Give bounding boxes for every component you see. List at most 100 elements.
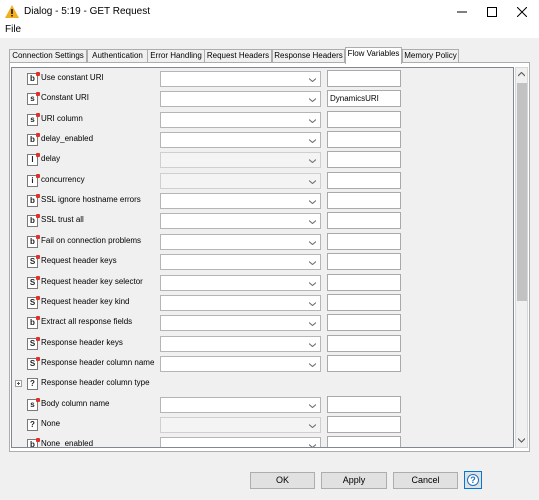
- variable-name-field[interactable]: [327, 253, 401, 271]
- minimize-button[interactable]: [447, 0, 477, 24]
- variable-type-icon: ?: [27, 378, 38, 391]
- chevron-down-icon: [309, 261, 316, 266]
- chevron-down-icon: [309, 281, 316, 286]
- variable-type-icon: b: [27, 438, 40, 448]
- variable-name-field[interactable]: [327, 415, 401, 433]
- scroll-down-button[interactable]: [516, 434, 527, 447]
- variable-select[interactable]: [160, 254, 321, 271]
- tab-flow-variables[interactable]: Flow Variables: [345, 47, 402, 64]
- variable-select[interactable]: [160, 274, 321, 291]
- expand-icon[interactable]: [15, 380, 22, 388]
- help-icon: ?: [467, 474, 479, 486]
- help-button[interactable]: ?: [464, 471, 482, 489]
- variable-name-field[interactable]: [327, 151, 401, 169]
- type-letter: b: [30, 440, 35, 448]
- variable-select[interactable]: [160, 315, 321, 332]
- ok-button[interactable]: OK: [250, 472, 315, 489]
- variable-select[interactable]: [160, 91, 321, 108]
- variable-label: Use constant URI: [41, 73, 104, 82]
- tab-request-headers[interactable]: Request Headers: [204, 49, 272, 63]
- chevron-down-icon: [309, 424, 316, 428]
- apply-button[interactable]: Apply: [321, 472, 387, 489]
- close-button[interactable]: [507, 0, 537, 24]
- variable-label: URI column: [41, 113, 83, 123]
- type-letter: S: [29, 297, 36, 307]
- type-marker: [36, 295, 40, 300]
- variable-type-icon: b: [27, 133, 40, 147]
- variable-row: b Fail on connection problems: [12, 232, 513, 252]
- variable-select[interactable]: [160, 71, 321, 87]
- variables-list: b Use constant URI s Constant URI DynamicsUR…: [11, 67, 514, 448]
- variable-name-field[interactable]: [327, 273, 401, 291]
- variable-row: l delay: [12, 150, 513, 170]
- variable-select[interactable]: [160, 294, 321, 311]
- variable-select[interactable]: [160, 193, 321, 210]
- variable-row: ? None: [12, 415, 513, 435]
- tab-memory-policy[interactable]: Memory Policy: [402, 49, 459, 63]
- vertical-scrollbar[interactable]: [515, 67, 528, 448]
- variable-select[interactable]: [160, 355, 321, 372]
- variable-select: [160, 172, 321, 189]
- variable-row: s Constant URI DynamicsURI: [12, 89, 513, 109]
- variable-select[interactable]: [160, 396, 321, 413]
- variable-name-field[interactable]: [327, 131, 401, 149]
- maximize-icon: [487, 7, 497, 17]
- variable-row: i concurrency: [12, 171, 513, 191]
- tab-response-headers[interactable]: Response Headers: [272, 49, 345, 63]
- variable-name-field[interactable]: [327, 70, 401, 87]
- variable-type-icon: b: [27, 214, 40, 228]
- variable-name-field[interactable]: [327, 212, 401, 230]
- variable-label: Response header column type: [41, 378, 150, 388]
- variable-row: s URI column: [12, 110, 513, 130]
- variable-type-icon: s: [27, 112, 40, 126]
- variable-name-field[interactable]: [327, 436, 401, 447]
- variable-label: Request header key selector: [41, 276, 143, 286]
- maximize-button[interactable]: [477, 0, 507, 24]
- variable-row: s Body column name: [12, 395, 513, 415]
- tab-connection-settings[interactable]: Connection Settings: [9, 49, 87, 63]
- menu-file[interactable]: File: [5, 24, 21, 35]
- variable-select[interactable]: [160, 233, 321, 250]
- type-letter: S: [29, 358, 36, 368]
- variable-name-field[interactable]: [327, 171, 401, 189]
- type-letter: S: [29, 338, 36, 348]
- variable-row: b SSL ignore hostname errors: [12, 191, 513, 211]
- variable-label: SSL trust all: [41, 215, 84, 225]
- variable-select[interactable]: [160, 437, 321, 447]
- tab-error-handling[interactable]: Error Handling: [147, 49, 205, 63]
- variable-name-field[interactable]: [327, 314, 401, 332]
- variable-label: Response header keys: [41, 337, 123, 347]
- variable-name-field[interactable]: [327, 334, 401, 352]
- chevron-down-icon: [309, 322, 316, 327]
- variable-name-field[interactable]: [327, 110, 401, 128]
- variable-name-field[interactable]: [327, 232, 401, 250]
- variable-name-field[interactable]: DynamicsURI: [327, 90, 401, 108]
- variable-select[interactable]: [160, 132, 321, 149]
- variable-select[interactable]: [160, 213, 321, 230]
- variable-select: [160, 416, 321, 433]
- variable-name-field[interactable]: [327, 354, 401, 372]
- variable-name-field[interactable]: [327, 192, 401, 210]
- cancel-button[interactable]: Cancel: [393, 472, 458, 489]
- scrollbar-thumb[interactable]: [517, 83, 527, 301]
- tab-authentication[interactable]: Authentication: [87, 49, 148, 63]
- variable-name-field[interactable]: [327, 395, 401, 413]
- type-letter: l: [31, 155, 34, 165]
- variable-type-icon: b: [27, 234, 40, 248]
- type-marker: [36, 438, 40, 443]
- scroll-up-button[interactable]: [516, 68, 527, 81]
- variable-type-icon: S: [27, 336, 40, 350]
- variable-name-field[interactable]: [327, 293, 401, 311]
- variable-type-icon: s: [27, 92, 40, 106]
- chevron-down-icon: [309, 362, 316, 367]
- type-marker: [36, 133, 40, 138]
- variable-type-icon: S: [27, 255, 40, 269]
- flow-variables-panel: b Use constant URI s Constant URI DynamicsUR…: [9, 62, 530, 452]
- type-marker: [36, 112, 40, 117]
- variable-row: b Extract all response fields: [12, 313, 513, 333]
- type-marker: [36, 92, 40, 97]
- chevron-down-icon: [309, 403, 316, 408]
- variable-select[interactable]: [160, 111, 321, 128]
- chevron-down-icon: [309, 240, 316, 245]
- variable-select[interactable]: [160, 335, 321, 352]
